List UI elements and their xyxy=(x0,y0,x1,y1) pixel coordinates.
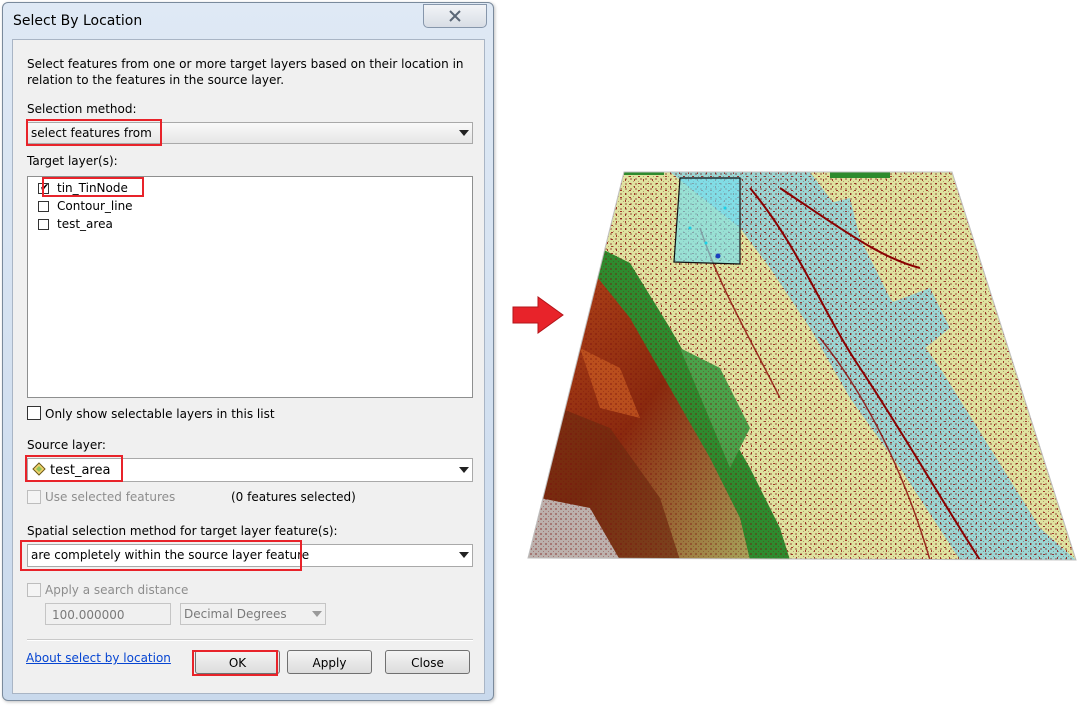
chevron-down-icon xyxy=(459,467,469,473)
title-bar[interactable]: Select By Location xyxy=(3,3,493,39)
search-distance-value: 100.000000 xyxy=(52,608,125,622)
use-selected-checkbox[interactable] xyxy=(27,490,41,504)
distance-units-dropdown[interactable]: Decimal Degrees xyxy=(180,603,326,625)
select-by-location-dialog: Select By Location Select features from … xyxy=(2,2,494,701)
selection-method-dropdown[interactable]: select features from xyxy=(27,122,473,144)
checkbox[interactable]: ✔ xyxy=(38,181,50,194)
only-selectable-label: Only show selectable layers in this list xyxy=(45,407,275,421)
selection-method-label: Selection method: xyxy=(27,102,137,116)
dialog-body: Select features from one or more target … xyxy=(12,39,485,694)
chevron-down-icon xyxy=(312,611,322,617)
apply-button[interactable]: Apply xyxy=(287,650,372,674)
checkbox[interactable] xyxy=(38,201,49,212)
only-selectable-checkbox[interactable] xyxy=(27,406,41,420)
list-item-label: test_area xyxy=(57,217,113,231)
target-layers-list[interactable]: ✔ tin_TinNode Contour_line test_area xyxy=(27,176,473,398)
source-layer-dropdown[interactable]: test_area xyxy=(27,458,473,482)
about-select-by-location-link[interactable]: About select by location xyxy=(26,651,171,665)
source-layer-label: Source layer: xyxy=(27,438,106,452)
list-item-label: tin_TinNode xyxy=(57,181,128,195)
distance-units-value: Decimal Degrees xyxy=(184,607,287,621)
close-button-label: Close xyxy=(411,656,444,670)
chevron-down-icon xyxy=(459,552,469,558)
footer-divider xyxy=(27,639,473,641)
target-layers-label: Target layer(s): xyxy=(27,154,118,168)
dialog-title: Select By Location xyxy=(13,13,143,29)
ok-button[interactable]: OK xyxy=(195,650,280,674)
list-item-label: Contour_line xyxy=(57,199,133,213)
checkbox[interactable] xyxy=(38,219,49,230)
use-selected-label: Use selected features xyxy=(45,490,176,504)
close-icon xyxy=(449,10,461,22)
chevron-down-icon xyxy=(459,130,469,136)
spatial-method-dropdown[interactable]: are completely within the source layer f… xyxy=(27,544,473,567)
ok-button-label: OK xyxy=(228,656,247,670)
terrain-3d-map xyxy=(527,171,1077,561)
selection-method-value: select features from xyxy=(31,126,152,140)
selected-count-text: (0 features selected) xyxy=(231,490,356,504)
spatial-method-label: Spatial selection method for target laye… xyxy=(27,524,338,538)
search-distance-checkbox[interactable] xyxy=(27,583,41,597)
close-button[interactable]: Close xyxy=(385,650,470,674)
search-distance-label: Apply a search distance xyxy=(45,583,189,597)
search-distance-input[interactable]: 100.000000 xyxy=(45,603,171,625)
dialog-description: Select features from one or more target … xyxy=(27,57,464,87)
source-layer-value: test_area xyxy=(50,463,111,478)
close-window-button[interactable] xyxy=(423,4,487,28)
apply-button-label: Apply xyxy=(312,656,347,670)
spatial-method-value: are completely within the source layer f… xyxy=(31,548,310,562)
check-icon: ✔ xyxy=(40,181,50,194)
polygon-layer-icon xyxy=(32,462,46,476)
